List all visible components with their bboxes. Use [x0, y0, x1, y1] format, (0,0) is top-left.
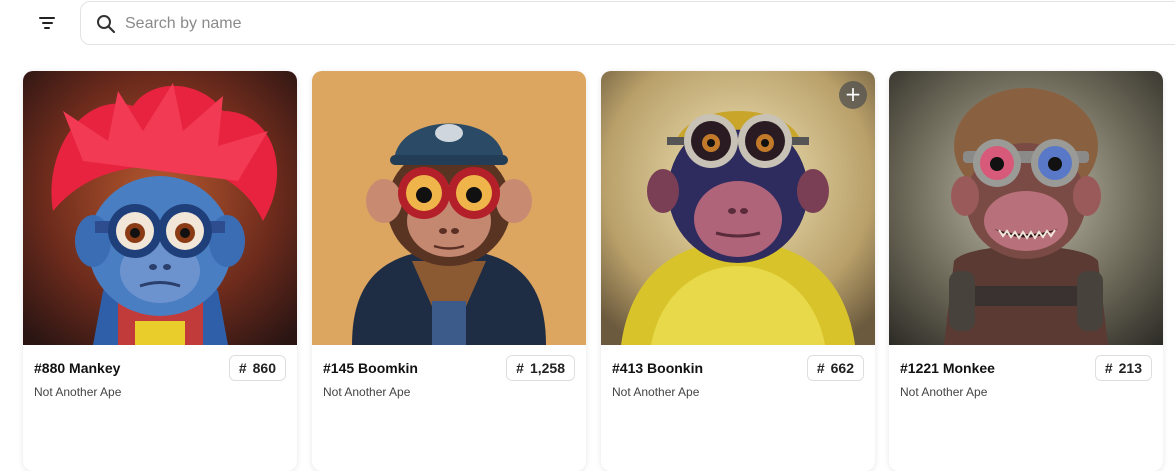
search-input[interactable] — [125, 10, 725, 38]
rank-badge: # 1,258 — [506, 355, 575, 381]
search-icon — [97, 15, 116, 34]
rank-value: 662 — [830, 360, 854, 376]
rank-value: 1,258 — [529, 360, 565, 376]
nft-image — [312, 71, 586, 345]
nft-card[interactable]: #1221 Monkee Not Another Ape # 213 — [889, 71, 1163, 471]
collection-name: Not Another Ape — [34, 385, 122, 399]
rank-value: 213 — [1118, 360, 1142, 376]
nft-title: #413 Boonkin — [612, 360, 704, 376]
collection-name: Not Another Ape — [323, 385, 411, 399]
filter-icon[interactable] — [30, 9, 64, 37]
collection-name: Not Another Ape — [900, 385, 988, 399]
nft-title: #1221 Monkee — [900, 360, 995, 376]
nft-image: + — [601, 71, 875, 345]
rank-badge: # 662 — [806, 355, 864, 381]
nft-card-grid: #880 Mankey Not Another Ape # 860 #145 B… — [23, 71, 1175, 471]
nft-title: #880 Mankey — [34, 360, 121, 376]
search-bar — [80, 1, 1175, 45]
nft-card[interactable]: #880 Mankey Not Another Ape # 860 — [23, 71, 297, 471]
rank-badge: # 860 — [228, 355, 286, 381]
hash-icon: # — [238, 360, 247, 376]
hash-icon: # — [516, 360, 524, 376]
nft-card[interactable]: + #413 Boonkin Not Another Ape # 662 — [601, 71, 875, 471]
nft-image — [889, 71, 1163, 345]
collection-name: Not Another Ape — [612, 385, 700, 399]
hash-icon: # — [1104, 360, 1113, 376]
nft-title: #145 Boomkin — [323, 360, 418, 376]
rank-value: 860 — [252, 360, 276, 376]
nft-card[interactable]: #145 Boomkin Not Another Ape # 1,258 — [312, 71, 586, 471]
top-bar — [0, 0, 1175, 46]
nft-image — [23, 71, 297, 345]
add-button[interactable]: + — [839, 81, 867, 109]
hash-icon: # — [816, 360, 825, 376]
rank-badge: # 213 — [1094, 355, 1152, 381]
